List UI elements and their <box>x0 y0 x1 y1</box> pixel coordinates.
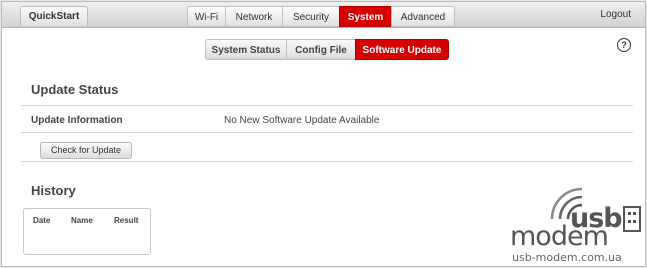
quickstart-tab[interactable]: QuickStart <box>20 6 88 26</box>
history-column-result: Result <box>114 216 139 225</box>
help-icon[interactable]: ? <box>617 38 631 52</box>
router-admin-panel: QuickStart Wi-Fi Network Security System… <box>1 1 646 267</box>
logout-link[interactable]: Logout <box>600 9 631 20</box>
top-navigation-bar: QuickStart Wi-Fi Network Security System… <box>2 2 645 28</box>
tab-security[interactable]: Security <box>282 6 339 27</box>
subtab-software-update[interactable]: Software Update <box>355 39 449 60</box>
divider <box>21 161 633 162</box>
watermark-logo: usb modem usb-modem.com.ua <box>508 185 644 267</box>
history-table: Date Name Result <box>23 208 151 255</box>
subtab-system-status[interactable]: System Status <box>205 39 286 60</box>
tab-advanced[interactable]: Advanced <box>391 6 455 27</box>
history-column-name: Name <box>71 216 93 225</box>
tab-wifi[interactable]: Wi-Fi <box>187 6 225 27</box>
tab-network[interactable]: Network <box>225 6 282 27</box>
main-tabs: Wi-Fi Network Security System Advanced <box>187 6 455 27</box>
divider <box>21 132 633 133</box>
update-information-label: Update Information <box>31 115 123 126</box>
subtab-config-file[interactable]: Config File <box>286 39 355 60</box>
history-title: History <box>31 183 76 198</box>
watermark-url: usb-modem.com.ua <box>512 251 622 264</box>
tab-system[interactable]: System <box>339 6 391 27</box>
check-for-update-button[interactable]: Check for Update <box>40 142 132 159</box>
divider <box>21 105 633 106</box>
update-status-title: Update Status <box>31 82 119 97</box>
history-column-date: Date <box>33 216 51 225</box>
update-information-value: No New Software Update Available <box>224 115 380 126</box>
system-sub-tabs: System Status Config File Software Updat… <box>205 39 449 60</box>
watermark-modem-text: modem <box>510 221 609 252</box>
